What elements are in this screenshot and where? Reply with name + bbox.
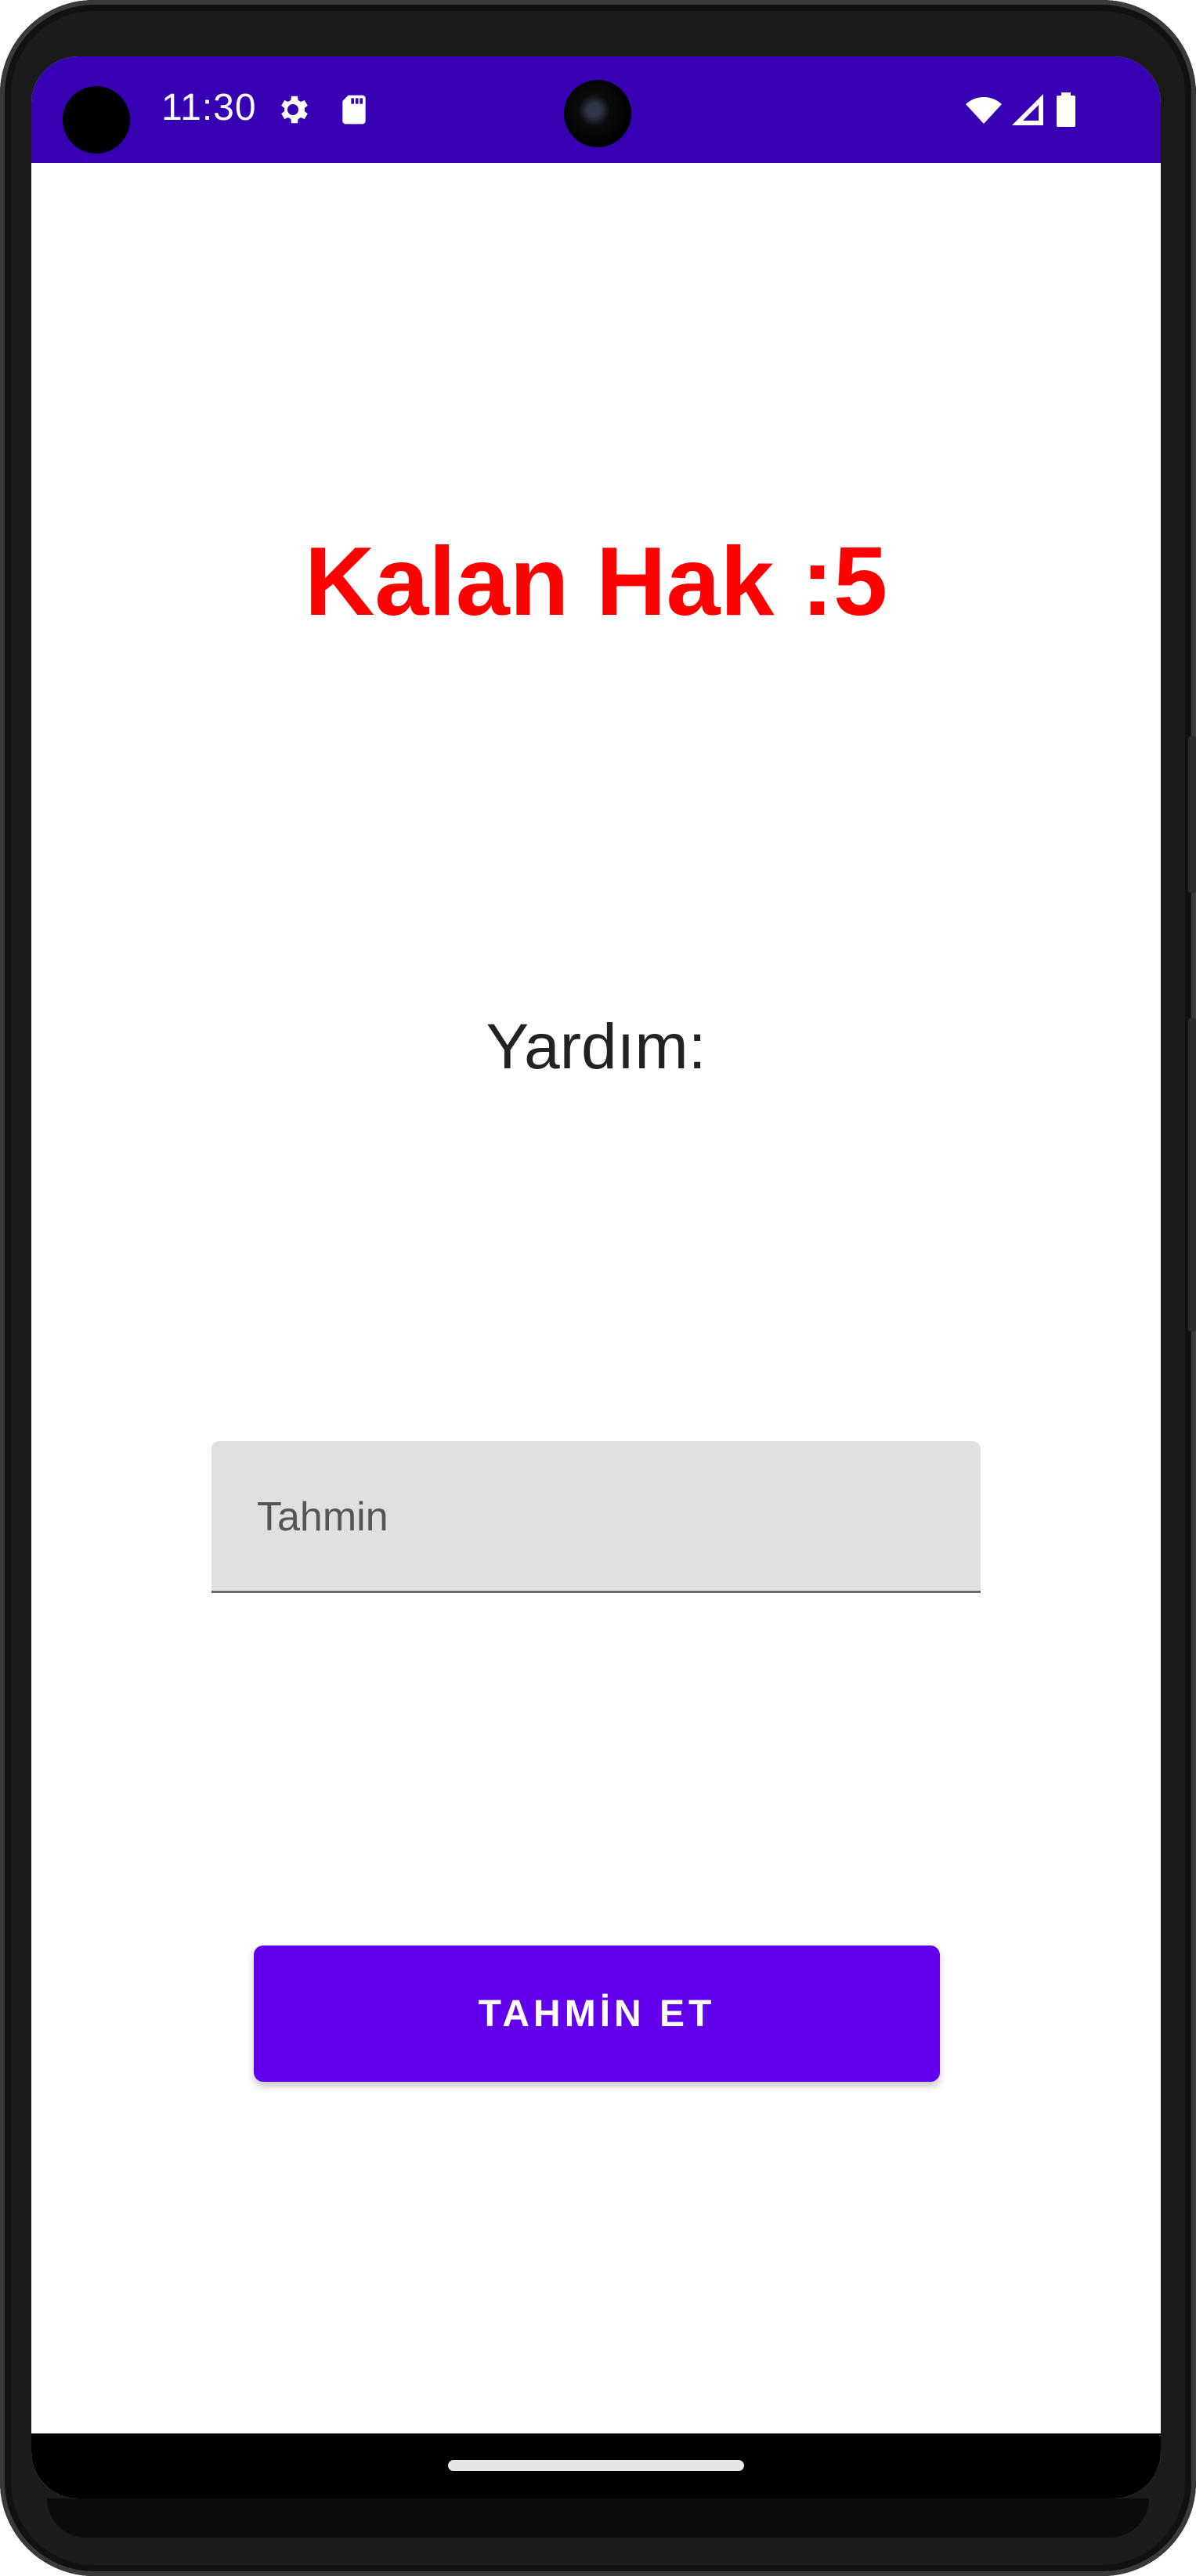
navigation-bar [31,2433,1161,2498]
power-button [1188,736,1196,893]
signal-icon [1012,94,1043,125]
bottom-bezel [47,2498,1149,2538]
remaining-attempts-label: Kalan Hak :5 [304,528,888,636]
guess-button[interactable]: TAHMİN ET [254,1946,940,2082]
guess-input[interactable] [255,1441,948,1592]
guess-input-field[interactable] [211,1441,981,1593]
sd-card-icon [342,95,366,125]
status-time: 11:30 [161,87,257,128]
settings-gear-icon [281,96,308,124]
hint-label: Yardım: [486,1011,706,1082]
front-camera-icon [564,80,631,147]
phone-frame: 11:30 Kalan Hak :5 Yardım: TAHMİN ET [0,0,1196,2576]
app-screen: 11:30 Kalan Hak :5 Yardım: TAHMİN ET [31,56,1161,2498]
camera-dot-icon [63,86,130,154]
volume-button [1188,1018,1196,1331]
battery-icon [1057,92,1075,127]
status-bar: 11:30 [31,56,1161,163]
wifi-icon [966,97,1002,124]
home-gesture-handle[interactable] [448,2460,744,2471]
